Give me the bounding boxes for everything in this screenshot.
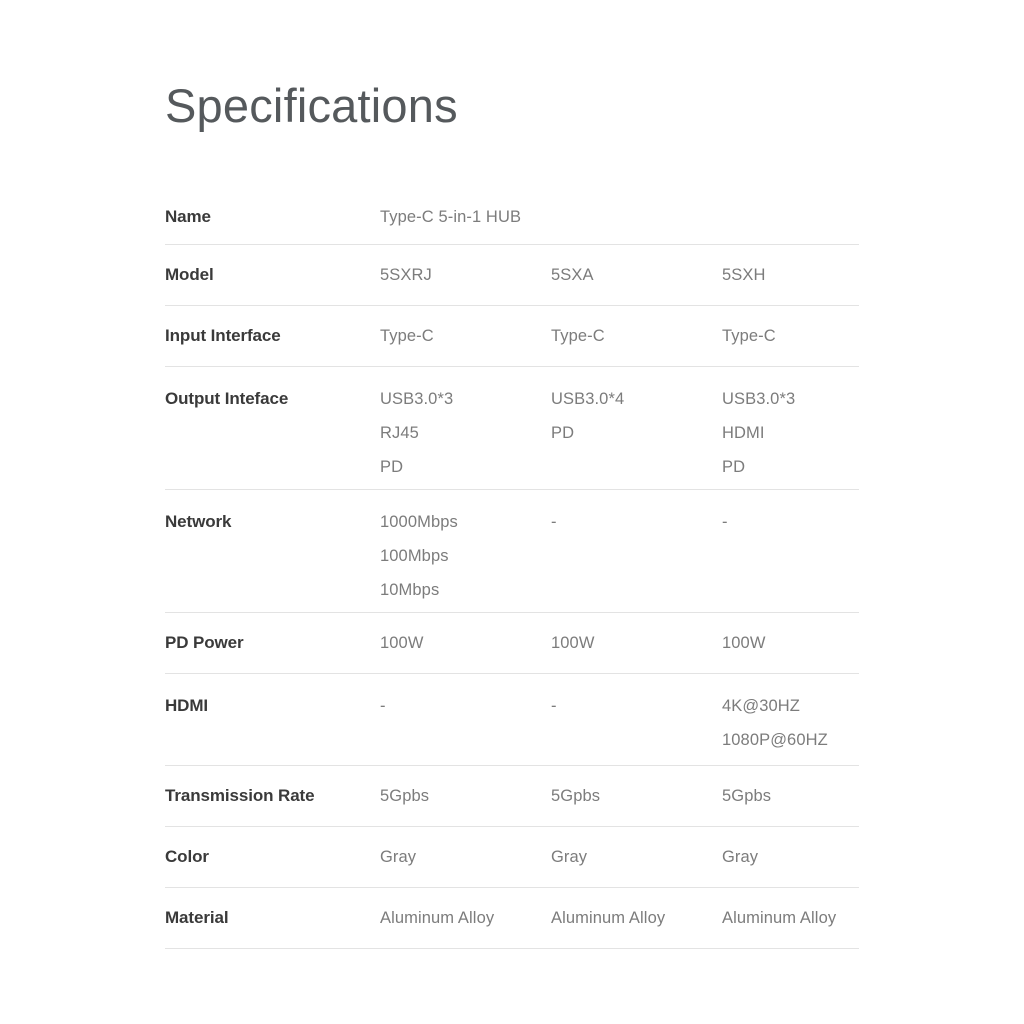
value-line: 100Mbps <box>380 547 449 565</box>
value-cell: Type-C 5-in-1 HUB <box>380 207 551 227</box>
table-row: Color Gray Gray Gray <box>165 827 859 888</box>
table-row: Material Aluminum Alloy Aluminum Alloy Alum… <box>165 888 859 949</box>
specifications-page: Specifications Name Type-C 5-in-1 HUB Mode… <box>0 0 1024 1024</box>
value-cell: Aluminum Alloy <box>722 908 902 928</box>
row-label: Network <box>165 512 232 531</box>
value-cell: 5Gpbs <box>380 786 551 806</box>
table-row: Model 5SXRJ 5SXA 5SXH <box>165 245 859 306</box>
value-cell: Gray <box>380 847 551 867</box>
value-cell: Aluminum Alloy <box>380 908 551 928</box>
value-line: USB3.0*3 <box>722 390 796 408</box>
row-label: Model <box>165 265 214 284</box>
value-cell: - <box>380 696 551 716</box>
value-line: 5Gpbs <box>722 787 772 805</box>
value-cell: 5Gpbs <box>551 786 722 806</box>
row-label: Name <box>165 207 211 226</box>
value-cell: USB3.0*3 HDMI PD <box>722 389 902 477</box>
value-line: - <box>551 513 557 531</box>
value-line: Type-C <box>551 327 605 345</box>
value-line: PD <box>551 424 575 442</box>
value-cell: Type-C <box>551 326 722 346</box>
value-line: USB3.0*4 <box>551 390 625 408</box>
value-cell: Type-C <box>380 326 551 346</box>
row-label: PD Power <box>165 633 244 652</box>
value-line: 1080P@60HZ <box>722 731 828 749</box>
table-row: Output Inteface USB3.0*3 RJ45 PD USB3.0*4 PD U… <box>165 367 859 490</box>
row-values: Type-C 5-in-1 HUB <box>380 207 902 227</box>
value-line: 100W <box>380 634 424 652</box>
table-row: Name Type-C 5-in-1 HUB <box>165 186 859 245</box>
table-row: HDMI - - 4K@30HZ 1080P@60HZ <box>165 674 859 766</box>
value-line: Type-C <box>722 327 776 345</box>
row-values: 5Gpbs 5Gpbs 5Gpbs <box>380 786 902 806</box>
row-values: Type-C Type-C Type-C <box>380 326 902 346</box>
row-label: Output Inteface <box>165 389 289 408</box>
value-cell: 100W <box>551 633 722 653</box>
value-line: 4K@30HZ <box>722 697 800 715</box>
table-row: PD Power 100W 100W 100W <box>165 613 859 674</box>
value-line: Aluminum Alloy <box>551 909 666 927</box>
value-line: - <box>722 513 728 531</box>
specifications-table: Name Type-C 5-in-1 HUB Model 5SXRJ 5SXA 5SXH I… <box>165 186 859 949</box>
value-line: 5Gpbs <box>380 787 430 805</box>
value-cell: 100W <box>722 633 902 653</box>
value-line: PD <box>380 458 404 476</box>
value-line: Type-C 5-in-1 HUB <box>380 208 522 226</box>
value-line: Aluminum Alloy <box>380 909 495 927</box>
value-cell: - <box>551 696 722 716</box>
value-line: Gray <box>551 848 588 866</box>
value-cell: USB3.0*3 RJ45 PD <box>380 389 551 477</box>
value-line: Gray <box>380 848 417 866</box>
value-line: 1000Mbps <box>380 513 458 531</box>
row-values: Gray Gray Gray <box>380 847 902 867</box>
value-line: 10Mbps <box>380 581 440 599</box>
value-cell: 100W <box>380 633 551 653</box>
row-values: 5SXRJ 5SXA 5SXH <box>380 265 902 285</box>
value-line: 100W <box>551 634 595 652</box>
value-cell: 1000Mbps 100Mbps 10Mbps <box>380 512 551 600</box>
value-cell: 5SXH <box>722 265 902 285</box>
value-line: Type-C <box>380 327 434 345</box>
value-line: 5SXH <box>722 266 766 284</box>
value-line: 5SXRJ <box>380 266 432 284</box>
row-label: HDMI <box>165 696 209 715</box>
value-cell: - <box>551 512 722 532</box>
value-line: - <box>380 697 386 715</box>
value-cell: USB3.0*4 PD <box>551 389 722 443</box>
value-line: PD <box>722 458 746 476</box>
row-values: - - 4K@30HZ 1080P@60HZ <box>380 696 902 750</box>
page-title: Specifications <box>165 79 458 132</box>
value-line: 5Gpbs <box>551 787 601 805</box>
row-values: 1000Mbps 100Mbps 10Mbps - - <box>380 512 902 600</box>
value-cell: Gray <box>722 847 902 867</box>
row-values: Aluminum Alloy Aluminum Alloy Aluminum All… <box>380 908 902 928</box>
value-cell: 5SXA <box>551 265 722 285</box>
value-cell: Type-C <box>722 326 902 346</box>
row-label: Material <box>165 908 229 927</box>
table-row: Network 1000Mbps 100Mbps 10Mbps - - <box>165 490 859 613</box>
row-values: 100W 100W 100W <box>380 633 902 653</box>
table-row: Input Interface Type-C Type-C Type-C <box>165 306 859 367</box>
table-row: Transmission Rate 5Gpbs 5Gpbs 5Gpbs <box>165 766 859 827</box>
value-line: USB3.0*3 <box>380 390 454 408</box>
value-cell: - <box>722 512 902 532</box>
value-line: Aluminum Alloy <box>722 909 837 927</box>
value-cell: 5Gpbs <box>722 786 902 806</box>
value-line: HDMI <box>722 424 765 442</box>
value-line: - <box>551 697 557 715</box>
row-label: Input Interface <box>165 326 281 345</box>
value-line: 5SXA <box>551 266 594 284</box>
value-cell: Aluminum Alloy <box>551 908 722 928</box>
value-cell: Gray <box>551 847 722 867</box>
row-label: Transmission Rate <box>165 786 315 805</box>
value-cell: 5SXRJ <box>380 265 551 285</box>
row-label: Color <box>165 847 209 866</box>
value-line: RJ45 <box>380 424 419 442</box>
value-line: 100W <box>722 634 766 652</box>
value-cell: 4K@30HZ 1080P@60HZ <box>722 696 902 750</box>
row-values: USB3.0*3 RJ45 PD USB3.0*4 PD USB3.0*3 HDMI PD <box>380 389 902 477</box>
value-line: Gray <box>722 848 759 866</box>
